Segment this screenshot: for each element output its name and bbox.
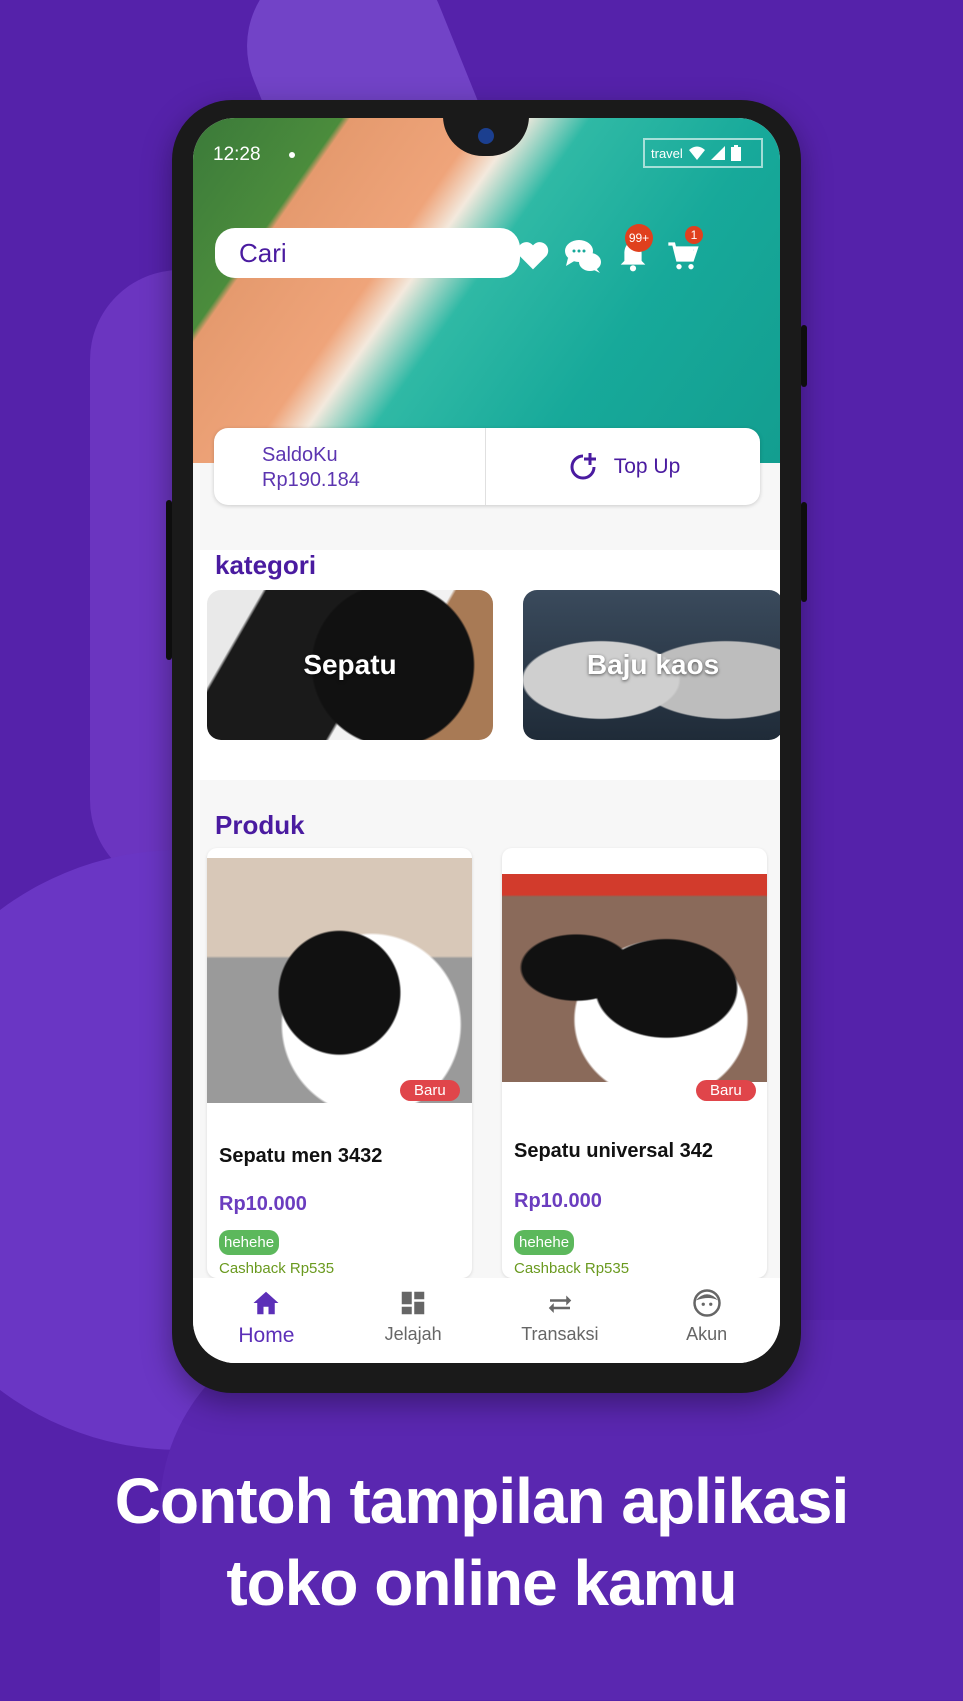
search-placeholder: Cari <box>239 237 287 268</box>
bottom-navigation: Home Jelajah Transaksi Akun <box>193 1278 780 1363</box>
product-cashback: Cashback Rp535 <box>514 1260 630 1277</box>
balance-card: SaldoKu Rp190.184 Top Up <box>214 428 760 505</box>
nav-jelajah[interactable]: Jelajah <box>340 1278 487 1363</box>
notch <box>443 118 529 156</box>
product-price: Rp10.000 <box>219 1193 307 1215</box>
category-label: Sepatu <box>303 649 397 680</box>
notification-dot <box>289 152 295 158</box>
phone-screen: 12:28 travel Cari 99+ 1 SaldoKu Rp190.18… <box>193 118 780 1363</box>
volume-button <box>801 325 807 387</box>
camera <box>478 128 494 144</box>
home-icon <box>253 1291 279 1315</box>
nav-home[interactable]: Home <box>193 1278 340 1363</box>
product-name: Sepatu universal 342 <box>514 1140 713 1162</box>
status-icons: travel <box>643 138 763 168</box>
product-price: Rp10.000 <box>514 1190 602 1212</box>
chat-icon <box>565 240 601 273</box>
category-card-sepatu[interactable]: Sepatu <box>207 590 493 740</box>
category-title: kategori <box>215 550 317 580</box>
product-cashback: Cashback Rp535 <box>219 1260 335 1277</box>
heart-icon <box>517 242 549 270</box>
product-chip: hehehe <box>219 1230 280 1255</box>
hero-banner: 12:28 travel Cari 99+ 1 <box>193 118 780 463</box>
chat-button[interactable] <box>563 236 603 276</box>
product-image <box>207 858 472 1103</box>
product-card[interactable]: Baru Sepatu universal 342 Rp10.000 heheh… <box>502 848 767 1278</box>
signal-icon <box>710 146 725 160</box>
face-icon <box>692 1289 721 1317</box>
status-label: travel <box>651 145 683 161</box>
promo-caption: Contoh tampilan aplikasi toko online kam… <box>0 1460 963 1624</box>
notification-badge: 99+ <box>625 224 653 252</box>
notification-button[interactable]: 99+ <box>613 224 653 276</box>
cart-badge: 1 <box>685 226 703 244</box>
topup-label: Top Up <box>613 454 681 478</box>
power-button <box>801 502 807 602</box>
battery-icon <box>730 145 741 161</box>
balance-amount: Rp190.184 <box>262 469 360 491</box>
category-card-baju-kaos[interactable]: Baju kaos <box>523 590 780 740</box>
balance-info[interactable]: SaldoKu Rp190.184 <box>214 428 486 505</box>
status-time: 12:28 <box>213 144 261 165</box>
nav-transaksi[interactable]: Transaksi <box>487 1278 634 1363</box>
products-title: Produk <box>215 810 305 840</box>
dashboard-icon <box>401 1291 425 1315</box>
nav-label: Jelajah <box>384 1324 442 1344</box>
product-chip: hehehe <box>514 1230 575 1255</box>
cart-button[interactable]: 1 <box>663 226 703 276</box>
cart-icon <box>668 242 699 270</box>
caption-line-1: Contoh tampilan aplikasi <box>114 1465 849 1537</box>
caption-line-2: toko online kamu <box>226 1547 737 1619</box>
nav-label: Home <box>238 1324 295 1347</box>
product-card[interactable]: Baru Sepatu men 3432 Rp10.000 hehehe Cas… <box>207 848 472 1278</box>
topup-button[interactable]: Top Up <box>486 428 760 505</box>
nav-akun[interactable]: Akun <box>633 1278 780 1363</box>
new-tag: Baru <box>696 1080 756 1101</box>
category-label: Baju kaos <box>586 649 720 680</box>
add-circle-icon <box>570 452 596 479</box>
product-image <box>502 874 767 1082</box>
nav-label: Transaksi <box>521 1324 599 1344</box>
search-input[interactable]: Cari <box>215 228 520 278</box>
balance-label: SaldoKu <box>262 444 338 466</box>
new-tag: Baru <box>400 1080 460 1101</box>
wifi-icon <box>688 146 705 160</box>
product-name: Sepatu men 3432 <box>219 1145 383 1167</box>
swap-icon <box>548 1295 572 1313</box>
wishlist-button[interactable] <box>513 236 553 276</box>
nav-label: Akun <box>686 1324 728 1344</box>
